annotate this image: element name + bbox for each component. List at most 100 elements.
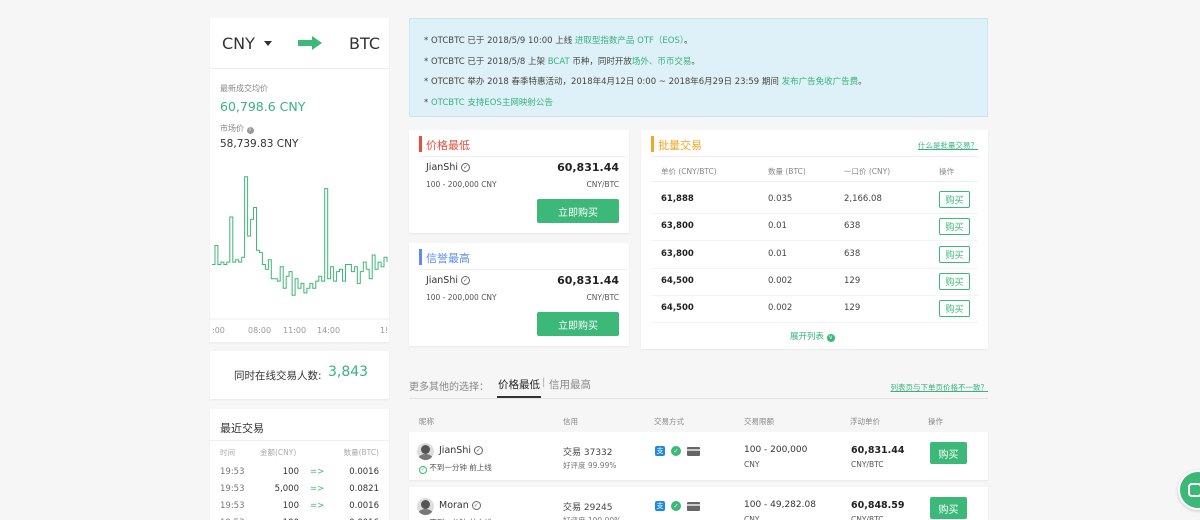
bulk-trade-title: 批量交易 bbox=[658, 139, 702, 152]
trade-time: 19:53 bbox=[220, 484, 245, 494]
notice-link[interactable]: BCAT bbox=[548, 57, 570, 67]
market-price-value: 58,739.83 CNY bbox=[220, 138, 299, 150]
lowest-buy-button[interactable]: 立即购买 bbox=[537, 199, 619, 223]
trade-amount: 5,000 bbox=[274, 484, 299, 494]
best-credit-buy-button[interactable]: 立即购买 bbox=[537, 312, 619, 336]
x-tick-label: 08:00 bbox=[248, 326, 271, 335]
bulk-header-price: 单价 (CNY/BTC) bbox=[661, 167, 717, 176]
notice-link[interactable]: 进取型指数产品 OTF（EOS） bbox=[575, 36, 684, 46]
bulk-buy-button[interactable]: 购买 bbox=[939, 191, 970, 208]
market-price-label-row: 市场价 i bbox=[220, 123, 254, 134]
ad-limit-unit: CNY bbox=[744, 515, 760, 520]
list-header-action: 操作 bbox=[928, 417, 943, 426]
bulk-buy-button[interactable]: 购买 bbox=[939, 300, 970, 318]
online-status-icon: ✓ bbox=[419, 466, 427, 474]
from-currency-label: CNY bbox=[222, 34, 255, 53]
bulk-buy-button[interactable]: 购买 bbox=[939, 245, 970, 263]
chat-icon bbox=[1188, 483, 1200, 497]
from-currency-dropdown[interactable]: CNY bbox=[222, 34, 273, 53]
chat-bubble-button[interactable] bbox=[1178, 470, 1200, 510]
best-credit-unit: CNY/BTC bbox=[586, 293, 619, 302]
lowest-price-value: 60,831.44 bbox=[557, 161, 619, 174]
notice-list: * OTCBTC 已于 2018/5/9 10:00 上线 进取型指数产品 OT… bbox=[410, 19, 987, 125]
trade-arrow: => bbox=[310, 467, 325, 477]
notice-text: 。 bbox=[858, 77, 867, 87]
seller-name: JianShi bbox=[426, 275, 458, 286]
notice-text: 。 bbox=[684, 36, 693, 46]
bulk-header-qty: 数量 (BTC) bbox=[768, 167, 806, 176]
bulk-qty: 0.002 bbox=[768, 275, 793, 286]
more-options-prefix: 更多其他的选择： bbox=[409, 382, 489, 393]
notice-text: * OTCBTC 已于 2018/5/9 10:00 上线 bbox=[424, 36, 575, 46]
ad-seller[interactable]: JianShi ✓ bbox=[439, 445, 483, 456]
bulk-expand-link[interactable]: 展开列表 v bbox=[790, 330, 835, 342]
ad-buy-button[interactable]: 购买 bbox=[930, 442, 967, 464]
price-series-line bbox=[212, 176, 388, 296]
trade-qty: 0.0821 bbox=[349, 484, 379, 494]
recent-header-amount: 金额(CNY) bbox=[260, 448, 297, 457]
alipay-icon: 支 bbox=[655, 501, 665, 511]
bulk-total: 638 bbox=[844, 248, 861, 259]
ad-limit: 100 - 49,282.08 bbox=[744, 500, 816, 510]
online-status-text: 不到一分钟 前上线 bbox=[429, 463, 492, 472]
lowest-price-seller[interactable]: JianShi ✓ bbox=[426, 162, 470, 173]
bulk-qty: 0.01 bbox=[768, 221, 787, 232]
last-price-label: 最新成交均价 bbox=[220, 84, 268, 93]
ad-price-unit: CNY/BTC bbox=[851, 460, 884, 469]
ad-trades: 交易 37332 bbox=[563, 448, 613, 458]
x-tick-label: 11:00 bbox=[283, 326, 306, 335]
market-card: 最新成交均价 60,798.6 CNY 市场价 i 58,739.83 CNY … bbox=[210, 69, 389, 342]
list-header-name: 昵称 bbox=[419, 417, 434, 426]
ad-price: 60,848.59 bbox=[851, 500, 905, 511]
recent-trades-title: 最近交易 bbox=[220, 422, 264, 435]
bulk-trade-card: 批量交易 什么是批量交易？ 单价 (CNY/BTC) 数量 (BTC) 一口价 … bbox=[641, 130, 988, 349]
list-header-limit: 交易限额 bbox=[744, 417, 774, 426]
notice-link[interactable]: 发布广告免收广告费 bbox=[782, 77, 859, 87]
bulk-total: 2,166.08 bbox=[844, 194, 882, 204]
best-credit-seller[interactable]: JianShi ✓ bbox=[426, 275, 470, 286]
recent-header-time: 时间 bbox=[220, 448, 235, 457]
info-icon[interactable]: i bbox=[246, 127, 254, 134]
ad-seller[interactable]: Moran ✓ bbox=[439, 500, 481, 511]
bulk-buy-button[interactable]: 购买 bbox=[939, 272, 970, 290]
list-header-price: 浮动单价 bbox=[850, 417, 880, 426]
x-tick-label: 1! bbox=[380, 326, 388, 335]
avatar[interactable] bbox=[417, 443, 434, 460]
notice-text: * OTCBTC 举办 2018 春季特惠活动，2018年4月12日 0:00 … bbox=[424, 77, 782, 87]
notice-link[interactable]: OTCBTC 支持EOS主网映射公告 bbox=[431, 98, 553, 108]
trade-qty: 0.0016 bbox=[349, 467, 379, 477]
trade-qty: 0.0016 bbox=[349, 501, 379, 511]
trade-time: 19:53 bbox=[220, 467, 245, 477]
ad-limit-unit: CNY bbox=[744, 460, 760, 469]
bank-card-icon bbox=[687, 502, 700, 511]
online-users-label: 同时在线交易人数: bbox=[234, 370, 322, 382]
notice-link[interactable]: 场外、币币交易 bbox=[632, 57, 692, 67]
trade-arrow: => bbox=[310, 501, 325, 511]
lowest-price-range: 100 - 200,000 CNY bbox=[426, 180, 497, 189]
bank-card-icon bbox=[687, 447, 700, 456]
ad-price-unit: CNY/BTC bbox=[851, 515, 884, 520]
online-users-card: 同时在线交易人数: 3,843 bbox=[210, 351, 389, 399]
expand-list-label: 展开列表 bbox=[790, 332, 825, 342]
online-users-count: 3,843 bbox=[328, 364, 369, 380]
ad-row: Moran✓ ✓ 不到一分钟 前上线 交易 29245 好评度 100.00% … bbox=[409, 487, 988, 520]
market-price-label: 市场价 bbox=[220, 124, 244, 133]
online-status: ✓ 不到一分钟 前上线 bbox=[419, 462, 492, 474]
best-credit-range: 100 - 200,000 CNY bbox=[426, 293, 497, 302]
trade-amount: 100 bbox=[282, 467, 299, 477]
bulk-buy-button[interactable]: 购买 bbox=[939, 218, 970, 236]
ad-price: 60,831.44 bbox=[851, 445, 905, 456]
avatar[interactable] bbox=[417, 498, 434, 515]
bulk-price: 64,500 bbox=[661, 275, 694, 286]
bulk-total: 129 bbox=[844, 303, 861, 314]
price-mismatch-link[interactable]: 列表页与下单页价格不一致？ bbox=[891, 382, 989, 393]
ad-row: JianShi ✓ ✓ 不到一分钟 前上线 交易 37332 好评度 99.99%… bbox=[409, 432, 988, 480]
tab-best-credit[interactable]: 信用最高 bbox=[549, 377, 591, 392]
x-tick-label: :00 bbox=[212, 326, 225, 335]
ad-buy-button[interactable]: 购买 bbox=[930, 497, 967, 519]
notice-text: 。 bbox=[691, 56, 700, 67]
bulk-header-total: 一口价 (CNY) bbox=[844, 167, 891, 176]
best-credit-title: 信誉最高 bbox=[426, 252, 470, 265]
bulk-help-link[interactable]: 什么是批量交易？ bbox=[918, 140, 978, 151]
tab-lowest-price[interactable]: 价格最低 bbox=[498, 377, 540, 392]
